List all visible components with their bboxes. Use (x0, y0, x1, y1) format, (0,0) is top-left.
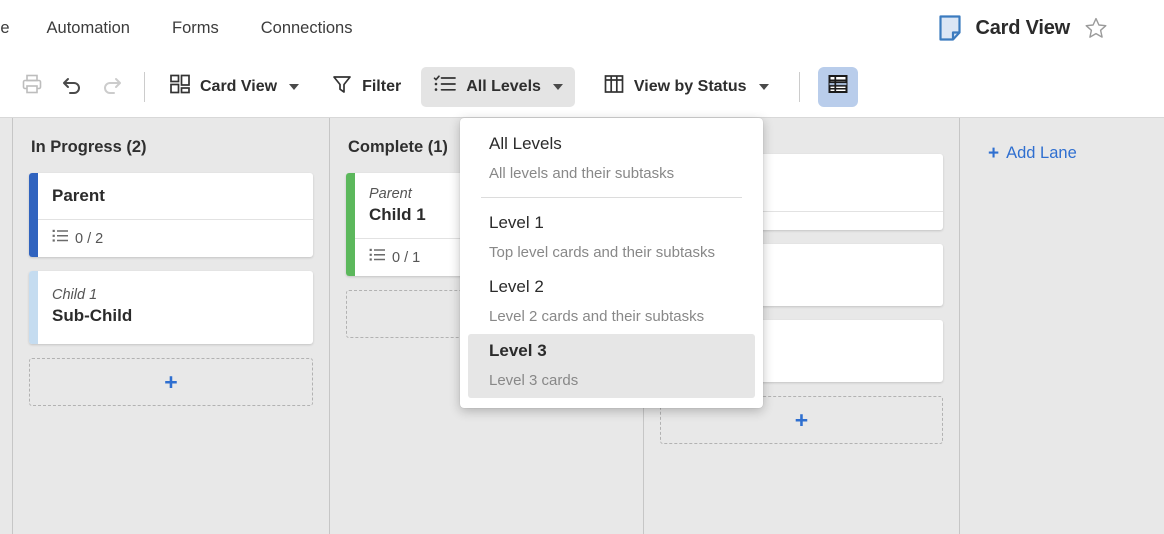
card-title: Parent (52, 186, 105, 205)
levels-list-icon (433, 73, 457, 100)
checklist-icon (52, 229, 69, 248)
nav-tab-forms[interactable]: Forms (151, 0, 240, 56)
group-by-button[interactable]: View by Status (591, 67, 781, 107)
menu-item-title: Level 2 (489, 277, 544, 296)
card-color-stripe (346, 173, 355, 276)
card-sub-child[interactable]: Child 1 Sub-Child (29, 271, 313, 344)
document-title-area: Card View (939, 0, 1108, 56)
menu-item-level-1[interactable]: Level 1 Top level cards and their subtas… (468, 206, 755, 270)
card-color-stripe (29, 271, 38, 344)
nav-tab-automation[interactable]: Automation (26, 0, 151, 56)
card-view-app: ile Automation Forms Connections Card Vi… (0, 0, 1164, 534)
undo-arrow-icon (60, 72, 84, 101)
card-title: Sub-Child (52, 306, 133, 325)
toolbar-divider-1 (144, 71, 145, 102)
lane-title: In Progress (2) (31, 138, 147, 156)
menu-divider (481, 197, 742, 198)
columns-icon (603, 73, 625, 100)
menu-item-title: Level 3 (489, 341, 547, 360)
checklist-icon (369, 248, 386, 267)
filter-button[interactable]: Filter (319, 67, 413, 107)
nav-tab-connections[interactable]: Connections (240, 0, 374, 56)
nav-tab-list: ile Automation Forms Connections (0, 0, 373, 56)
document-page-icon (939, 15, 962, 41)
menu-item-description: Level 3 cards (489, 372, 579, 389)
card-color-stripe (29, 173, 38, 257)
lane-in-progress: In Progress (2) Parent 0 / 2 Child 1 Sub… (12, 118, 330, 534)
card-subtask-count: 0 / 2 (75, 230, 104, 247)
card-body: Child 1 Sub-Child (29, 271, 313, 344)
plus-icon: + (794, 406, 809, 433)
main-toolbar: Card View Filter All Levels View by Stat… (0, 56, 1164, 118)
chevron-down-icon (758, 83, 769, 90)
page-title: Card View (975, 16, 1070, 39)
menu-item-level-3[interactable]: Level 3 Level 3 cards (468, 334, 755, 398)
printer-icon (21, 73, 43, 100)
toolbar-divider-2 (798, 71, 800, 102)
menu-item-all-levels[interactable]: All Levels All levels and their subtasks (468, 127, 755, 191)
add-lane-area: + Add Lane (960, 118, 1164, 534)
redo-button[interactable] (92, 69, 132, 105)
levels-button-label: All Levels (466, 77, 541, 95)
menu-item-description: Top level cards and their subtasks (489, 244, 715, 261)
chevron-down-icon (552, 83, 563, 90)
card-body: Parent (29, 173, 313, 219)
levels-button[interactable]: All Levels (421, 66, 575, 107)
card-subtask-footer: 0 / 2 (29, 219, 313, 257)
levels-dropdown-menu: All Levels All levels and their subtasks… (460, 118, 763, 408)
filter-button-label: Filter (362, 77, 402, 95)
plus-icon: + (164, 368, 178, 395)
menu-item-title: Level 1 (489, 213, 544, 232)
plus-icon: + (988, 143, 1000, 164)
add-card-button[interactable]: + (29, 358, 313, 406)
table-grid-icon (827, 73, 849, 100)
redo-arrow-icon (100, 72, 124, 101)
card-view-grid-icon (169, 73, 191, 100)
card-parent[interactable]: Parent 0 / 2 (29, 173, 313, 257)
chevron-down-icon (289, 83, 300, 90)
nav-tab-file[interactable]: ile (0, 0, 26, 56)
menu-item-description: All levels and their subtasks (489, 165, 675, 182)
group-by-button-label: View by Status (633, 77, 747, 95)
add-lane-button[interactable]: + Add Lane (988, 144, 1077, 163)
top-navigation-bar: ile Automation Forms Connections Card Vi… (0, 0, 1164, 56)
card-parent-label: Child 1 (52, 287, 98, 303)
menu-item-title: All Levels (489, 134, 562, 153)
add-lane-label: Add Lane (1006, 144, 1077, 162)
card-view-button[interactable]: Card View (157, 67, 311, 107)
undo-button[interactable] (52, 69, 92, 105)
print-button[interactable] (12, 69, 52, 105)
filter-funnel-icon (331, 73, 353, 100)
menu-item-level-2[interactable]: Level 2 Level 2 cards and their subtasks (468, 270, 755, 334)
card-subtask-count: 0 / 1 (392, 249, 421, 266)
menu-item-description: Level 2 cards and their subtasks (489, 308, 705, 325)
star-outline-icon[interactable] (1084, 16, 1108, 40)
table-view-toggle[interactable] (817, 66, 858, 107)
card-view-button-label: Card View (200, 77, 278, 95)
